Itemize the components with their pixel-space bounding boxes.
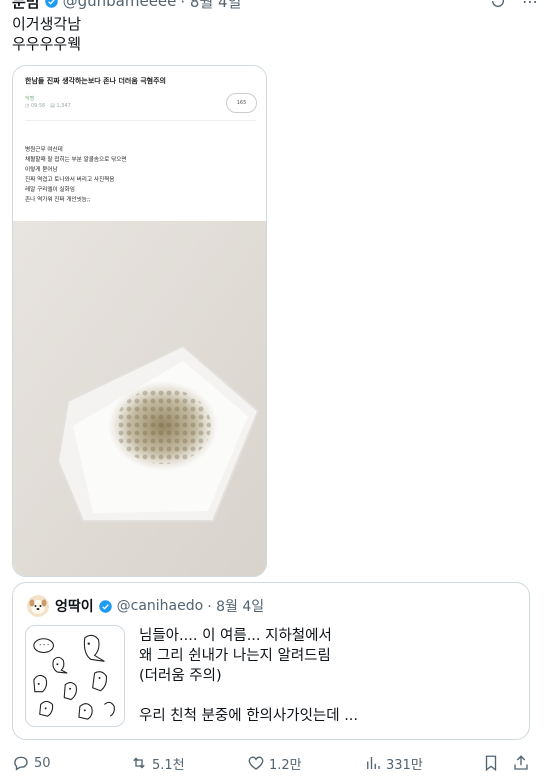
screenshot-body-line: 병원근무 여신데 [25, 147, 63, 153]
bookmark-button[interactable] [482, 752, 500, 774]
screenshot-title: 한남들 진짜 생각하는보다 존나 더러움 극혐주의 [25, 77, 166, 85]
verified-badge-icon [44, 0, 58, 8]
quote-thumbnail[interactable] [25, 625, 125, 727]
screenshot-body: 병원근무 여신데 채혈할때 팔 접히는 부분 알콜솜으로 닦으면 이렇게 묻어남… [25, 145, 127, 205]
author-handle[interactable]: @gunbameeee [63, 0, 177, 10]
quote-text-line: 우리 친척 분중에 한의사가잇는데 ... [139, 708, 359, 724]
action-bar: 50 5.1천 1.2만 331만 [12, 752, 532, 774]
divider [25, 120, 256, 121]
share-icon [514, 755, 528, 770]
grok-icon[interactable] [490, 0, 506, 9]
repost-button[interactable]: 5.1천 [130, 752, 185, 774]
quote-text-line: 왜 그리 쉰내가 나는지 알려드림 [139, 648, 331, 664]
quote-date[interactable]: · 8월 4일 [207, 596, 264, 616]
quote-tweet[interactable]: 엉딱이 @canihaedo · 8월 4일 님들아.... 이 여름... 지… [12, 582, 530, 740]
screenshot-meta: ◷ 09:56 · ▤ 1,347 [25, 103, 71, 109]
quote-text: 님들아.... 이 여름... 지하철에서 왜 그리 쉰내가 나는지 알려드림 … [139, 626, 358, 726]
repost-icon [133, 757, 145, 769]
quote-text-line: (더러움 주의) [139, 668, 222, 684]
like-button[interactable]: 1.2만 [247, 752, 302, 774]
views-button[interactable]: 331만 [364, 752, 423, 774]
verified-badge-icon [98, 599, 112, 613]
views-count: 331만 [386, 757, 423, 773]
repost-count: 5.1천 [152, 757, 185, 773]
screenshot-body-line: 채혈할때 팔 접히는 부분 알콜솜으로 닦으면 [25, 157, 127, 163]
quote-author-name[interactable]: 엉딱이 [55, 596, 94, 616]
screenshot-body-line: 레알 구리엘이 실화임 [25, 187, 75, 193]
share-button[interactable] [512, 752, 530, 774]
tweet-media-image[interactable]: 한남들 진짜 생각하는보다 존나 더러움 극혐주의 익명 ◷ 09:56 · ▤… [12, 65, 267, 577]
cotton-pad-photo [13, 221, 266, 576]
quote-header: 엉딱이 @canihaedo · 8월 4일 [55, 596, 264, 616]
avatar[interactable] [27, 595, 49, 617]
reply-count: 50 [34, 755, 51, 771]
reply-icon [14, 756, 28, 771]
author-name[interactable]: 문밈 [12, 0, 40, 12]
more-icon[interactable]: ⋯ [522, 0, 538, 11]
like-count: 1.2만 [269, 757, 302, 773]
reply-button[interactable]: 50 [12, 752, 51, 774]
bookmark-icon [485, 755, 497, 772]
tweet-header: 문밈 @gunbameeee · 8월 4일 [12, 0, 241, 12]
quote-text-line: 님들아.... 이 여름... 지하철에서 [139, 628, 332, 644]
views-icon [367, 757, 380, 769]
screenshot-post: 한남들 진짜 생각하는보다 존나 더러움 극혐주의 익명 ◷ 09:56 · ▤… [13, 66, 266, 221]
tweet-text-line: 우우우우웩 [12, 35, 82, 53]
tweet-text: 이거생각남 우우우우웩 [12, 14, 81, 54]
tweet-text-line: 이거생각남 [12, 15, 82, 33]
header-icons: ⋯ [490, 0, 538, 12]
like-icon [248, 756, 264, 770]
screenshot-author: 익명 [25, 96, 35, 102]
tweet-date[interactable]: · 8월 4일 [180, 0, 241, 12]
screenshot-body-line: 존나 역가워 진짜 개안씻늠;; [25, 197, 91, 203]
screenshot-comment-count: 165 [226, 93, 257, 113]
screenshot-body-line: 진짜 역겹고 토나와서 버리고 사진찍음 [25, 177, 115, 183]
quote-handle[interactable]: @canihaedo [117, 598, 204, 614]
screenshot-body-line: 이렇게 묻어남 [25, 167, 58, 173]
